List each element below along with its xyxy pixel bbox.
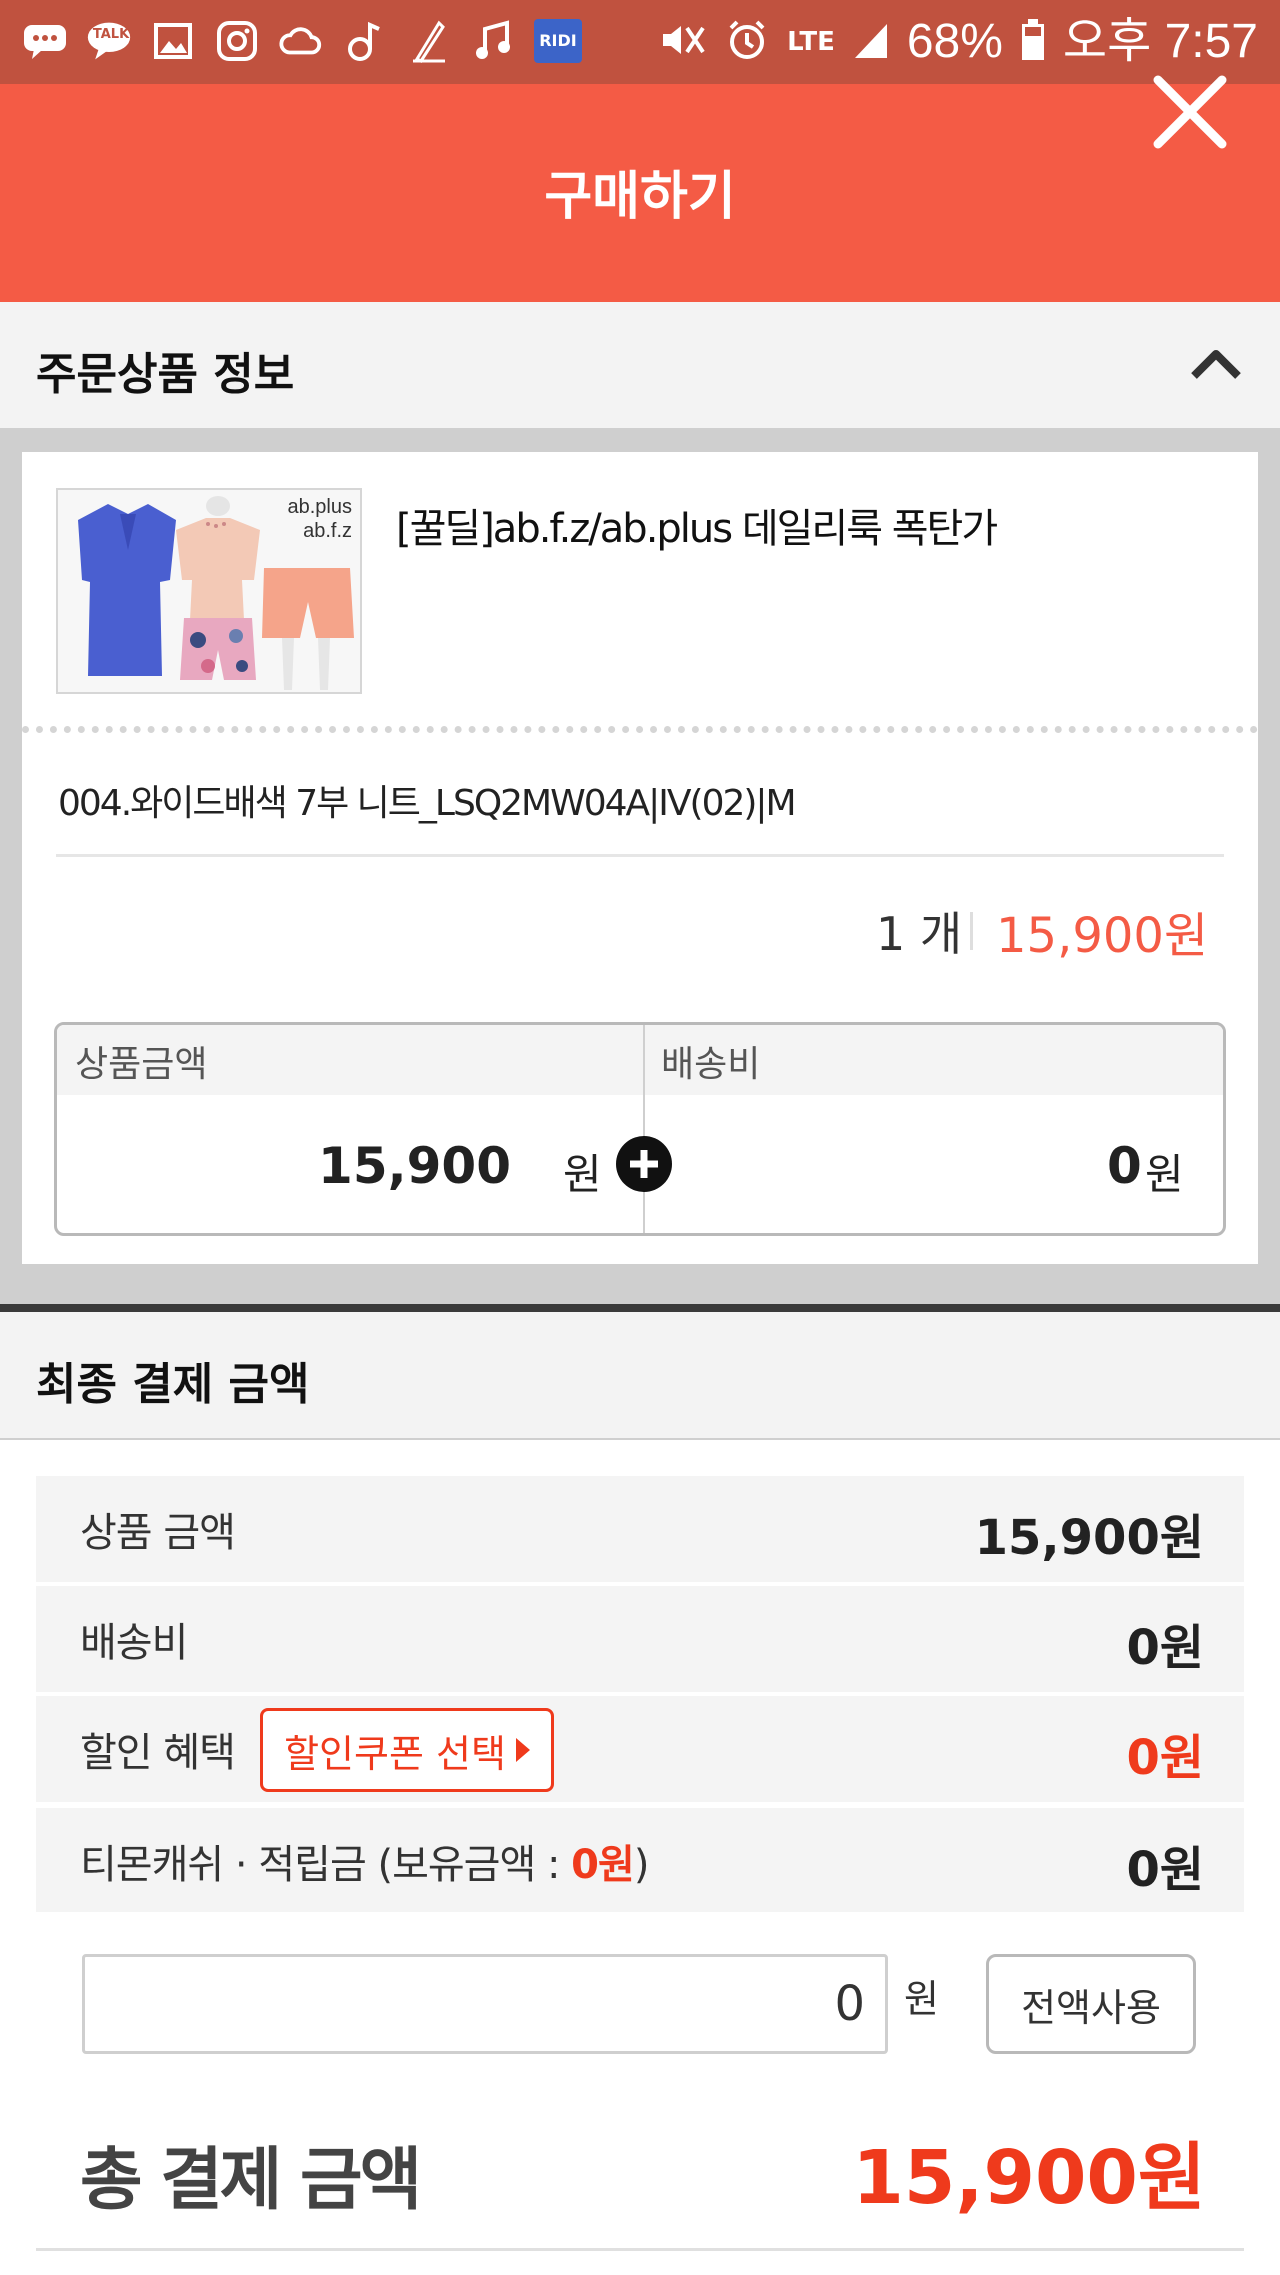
cash-label-suffix: ) xyxy=(633,1842,650,1888)
signal-icon xyxy=(853,20,889,64)
quantity: 1 개 xyxy=(876,907,963,961)
row-value: 0원 xyxy=(1126,1620,1204,1676)
shipping-fee-unit: 원 xyxy=(1145,1150,1184,1199)
select-coupon-button[interactable]: 할인쿠폰 선택 xyxy=(260,1708,554,1792)
close-icon xyxy=(1153,75,1227,149)
ridi-icon: RIDI xyxy=(534,19,582,63)
total-label: 총 결제 금액 xyxy=(80,2141,422,2220)
price-box-header xyxy=(57,1025,1223,1095)
line-price: 15,900원 xyxy=(996,908,1209,964)
network-label: LTE xyxy=(787,27,835,57)
chevron-up-icon[interactable] xyxy=(1190,346,1242,386)
row-label: 티몬캐쉬 · 적립금 (보유금액 : 0원) xyxy=(80,1832,650,1890)
status-bar: TALK RIDI LTE 68% 오후 7:57 xyxy=(0,0,1280,84)
app-header: 구매하기 xyxy=(0,84,1280,302)
order-info-header[interactable]: 주문상품 정보 xyxy=(0,302,1280,430)
product-name[interactable]: [꿀딜]ab.f.z/ab.plus 데일리룩 폭탄가 xyxy=(396,496,998,554)
thumb-brand-2: ab.f.z xyxy=(303,520,352,542)
pen-icon xyxy=(406,18,452,64)
row-label: 상품 금액 xyxy=(80,1510,236,1556)
cash-unit: 원 xyxy=(904,1977,939,2021)
row-discount: 할인 혜택 할인쿠폰 선택 0원 xyxy=(36,1696,1244,1802)
product-option: 004.와이드배색 7부 니트_LSQ2MW04A|IV(02)|M xyxy=(58,783,797,824)
notification-icons: TALK RIDI xyxy=(22,18,582,64)
instagram-icon xyxy=(214,18,260,64)
page-title: 구매하기 xyxy=(544,167,736,227)
row-product-amount: 상품 금액 15,900원 xyxy=(36,1476,1244,1582)
cash-use-row: 원 전액사용 xyxy=(36,1912,1244,2088)
caret-right-icon xyxy=(515,1738,530,1762)
clock: 오후 7:57 xyxy=(1062,15,1258,68)
battery-percent: 68% xyxy=(906,15,1003,68)
system-status: LTE 68% 오후 7:57 xyxy=(659,8,1258,76)
battery-icon xyxy=(1021,19,1045,65)
section-separator xyxy=(0,1304,1280,1312)
dotted-divider xyxy=(22,726,1258,733)
cash-label-prefix: 티몬캐쉬 · 적립금 (보유금액 : xyxy=(80,1842,572,1888)
thumb-brand-1: ab.plus xyxy=(287,496,353,518)
final-payment-title: 최종 결제 금액 xyxy=(36,1359,310,1410)
close-button[interactable] xyxy=(1148,70,1232,154)
row-value: 15,900원 xyxy=(974,1510,1204,1566)
cash-balance: 0원 xyxy=(571,1842,635,1888)
gallery-icon xyxy=(150,18,196,64)
row-label: 배송비 xyxy=(80,1620,188,1666)
final-payment-header: 최종 결제 금액 xyxy=(0,1312,1280,1440)
product-amount-unit: 원 xyxy=(563,1150,602,1199)
shipping-fee-label: 배송비 xyxy=(661,1044,761,1085)
price-box-divider xyxy=(643,1025,645,1233)
select-coupon-label: 할인쿠폰 선택 xyxy=(284,1731,506,1776)
chat-bubble-icon xyxy=(22,18,68,64)
kakaotalk-label: TALK xyxy=(92,27,130,42)
quantity-separator xyxy=(970,912,973,950)
row-tmon-cash: 티몬캐쉬 · 적립금 (보유금액 : 0원) 0원 xyxy=(36,1808,1244,1914)
product-thumbnail[interactable]: ab.plus ab.f.z xyxy=(56,488,362,694)
music-icon xyxy=(470,18,516,64)
option-divider xyxy=(56,854,1224,857)
total-value: 15,900원 xyxy=(852,2135,1206,2221)
mute-icon xyxy=(659,20,707,64)
row-value: 0원 xyxy=(1126,1730,1204,1786)
cloud-icon xyxy=(278,18,324,64)
kakaotalk-icon: TALK xyxy=(86,18,132,64)
bottom-divider xyxy=(36,2248,1244,2251)
row-shipping-fee: 배송비 0원 xyxy=(36,1586,1244,1692)
product-amount-label: 상품금액 xyxy=(75,1044,208,1085)
alarm-icon xyxy=(725,18,769,66)
row-label: 할인 혜택 xyxy=(80,1730,236,1776)
cash-amount-input[interactable] xyxy=(82,1954,888,2054)
product-amount-value: 15,900 xyxy=(318,1137,511,1195)
music-note-icon xyxy=(342,18,388,64)
shipping-fee-value: 0 xyxy=(1107,1137,1142,1195)
order-info-title: 주문상품 정보 xyxy=(36,349,295,400)
use-all-button[interactable]: 전액사용 xyxy=(986,1954,1196,2054)
row-value: 0원 xyxy=(1126,1842,1204,1898)
price-summary-box: 상품금액 배송비 15,900 원 0 원 xyxy=(54,1022,1226,1236)
plus-icon xyxy=(616,1136,672,1192)
ridi-label: RIDI xyxy=(539,31,577,50)
